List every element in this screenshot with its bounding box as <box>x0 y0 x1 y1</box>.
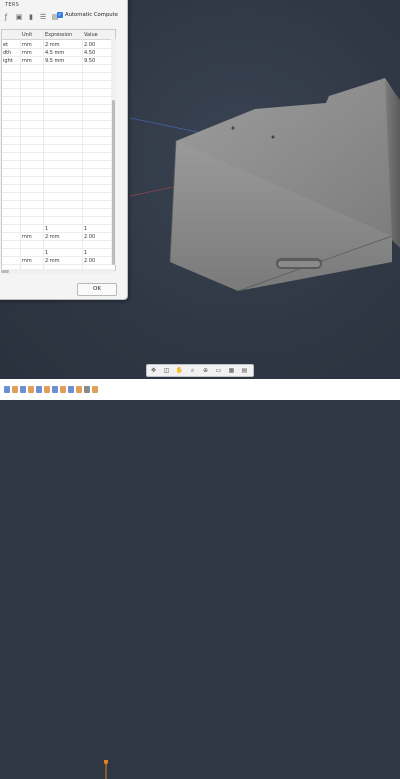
pin-hole <box>231 126 235 130</box>
horizontal-scroll-thumb[interactable] <box>1 270 9 273</box>
extrude-feature-icon[interactable] <box>28 386 34 393</box>
sketch-feature-icon[interactable] <box>4 386 10 393</box>
pan-icon[interactable]: ✋ <box>173 365 186 376</box>
parameters-table: Unit Expression Value et mm 2 mm 2.00 dt… <box>1 29 116 271</box>
sketch-feature-icon[interactable] <box>20 386 26 393</box>
design-timeline <box>0 379 400 779</box>
fx-icon[interactable]: ƒ <box>2 13 10 21</box>
dialog-title: TERS <box>5 2 20 8</box>
pin-hole <box>271 135 275 139</box>
col-expression[interactable]: Expression <box>45 32 72 38</box>
table-header: Unit Expression Value <box>2 30 115 40</box>
vertical-scroll-thumb[interactable] <box>112 100 115 265</box>
parameters-dialog: TERS ƒ ▣ ▮ ☰ ▤ ✓ Automatic Compute Unit … <box>0 0 128 300</box>
orbit-icon[interactable]: ✥ <box>147 365 160 376</box>
zoom-icon[interactable]: ⌕ <box>186 365 199 376</box>
sketch-feature-icon[interactable] <box>52 386 58 393</box>
look-at-icon[interactable]: ◫ <box>160 365 173 376</box>
fit-icon[interactable]: ⊕ <box>199 365 212 376</box>
display-settings-icon[interactable]: ▭ <box>212 365 225 376</box>
sort-icon[interactable]: ☰ <box>39 13 47 21</box>
extrude-feature-icon[interactable] <box>12 386 18 393</box>
shell-feature-icon[interactable] <box>84 386 90 393</box>
auto-compute-toggle[interactable]: ✓ Automatic Compute <box>57 12 118 18</box>
ok-button[interactable]: OK <box>77 283 117 296</box>
navigation-toolbar: ✥ ◫ ✋ ⌕ ⊕ ▭ ▦ ▤ <box>146 364 254 377</box>
sketch-feature-icon[interactable] <box>68 386 74 393</box>
delete-icon[interactable]: ▮ <box>27 13 35 21</box>
fillet-feature-icon[interactable] <box>60 386 66 393</box>
copy-icon[interactable]: ▣ <box>15 13 23 21</box>
timeline-marker-icon[interactable] <box>104 760 108 779</box>
cut-feature-icon[interactable] <box>92 386 98 393</box>
auto-compute-label: Automatic Compute <box>65 12 119 18</box>
axis-line-red <box>129 185 179 197</box>
sketch-feature-icon[interactable] <box>36 386 42 393</box>
col-unit[interactable]: Unit <box>22 32 32 38</box>
checkbox-checked-icon[interactable]: ✓ <box>57 12 63 18</box>
horizontal-scrollbar[interactable] <box>1 269 114 274</box>
extrude-feature-icon[interactable] <box>44 386 50 393</box>
extrude-feature-icon[interactable] <box>76 386 82 393</box>
col-value[interactable]: Value <box>84 32 98 38</box>
table-row[interactable]: mm 2 mm 2.00 <box>2 256 115 265</box>
viewports-icon[interactable]: ▤ <box>238 365 251 376</box>
grid-icon[interactable]: ▦ <box>225 365 238 376</box>
